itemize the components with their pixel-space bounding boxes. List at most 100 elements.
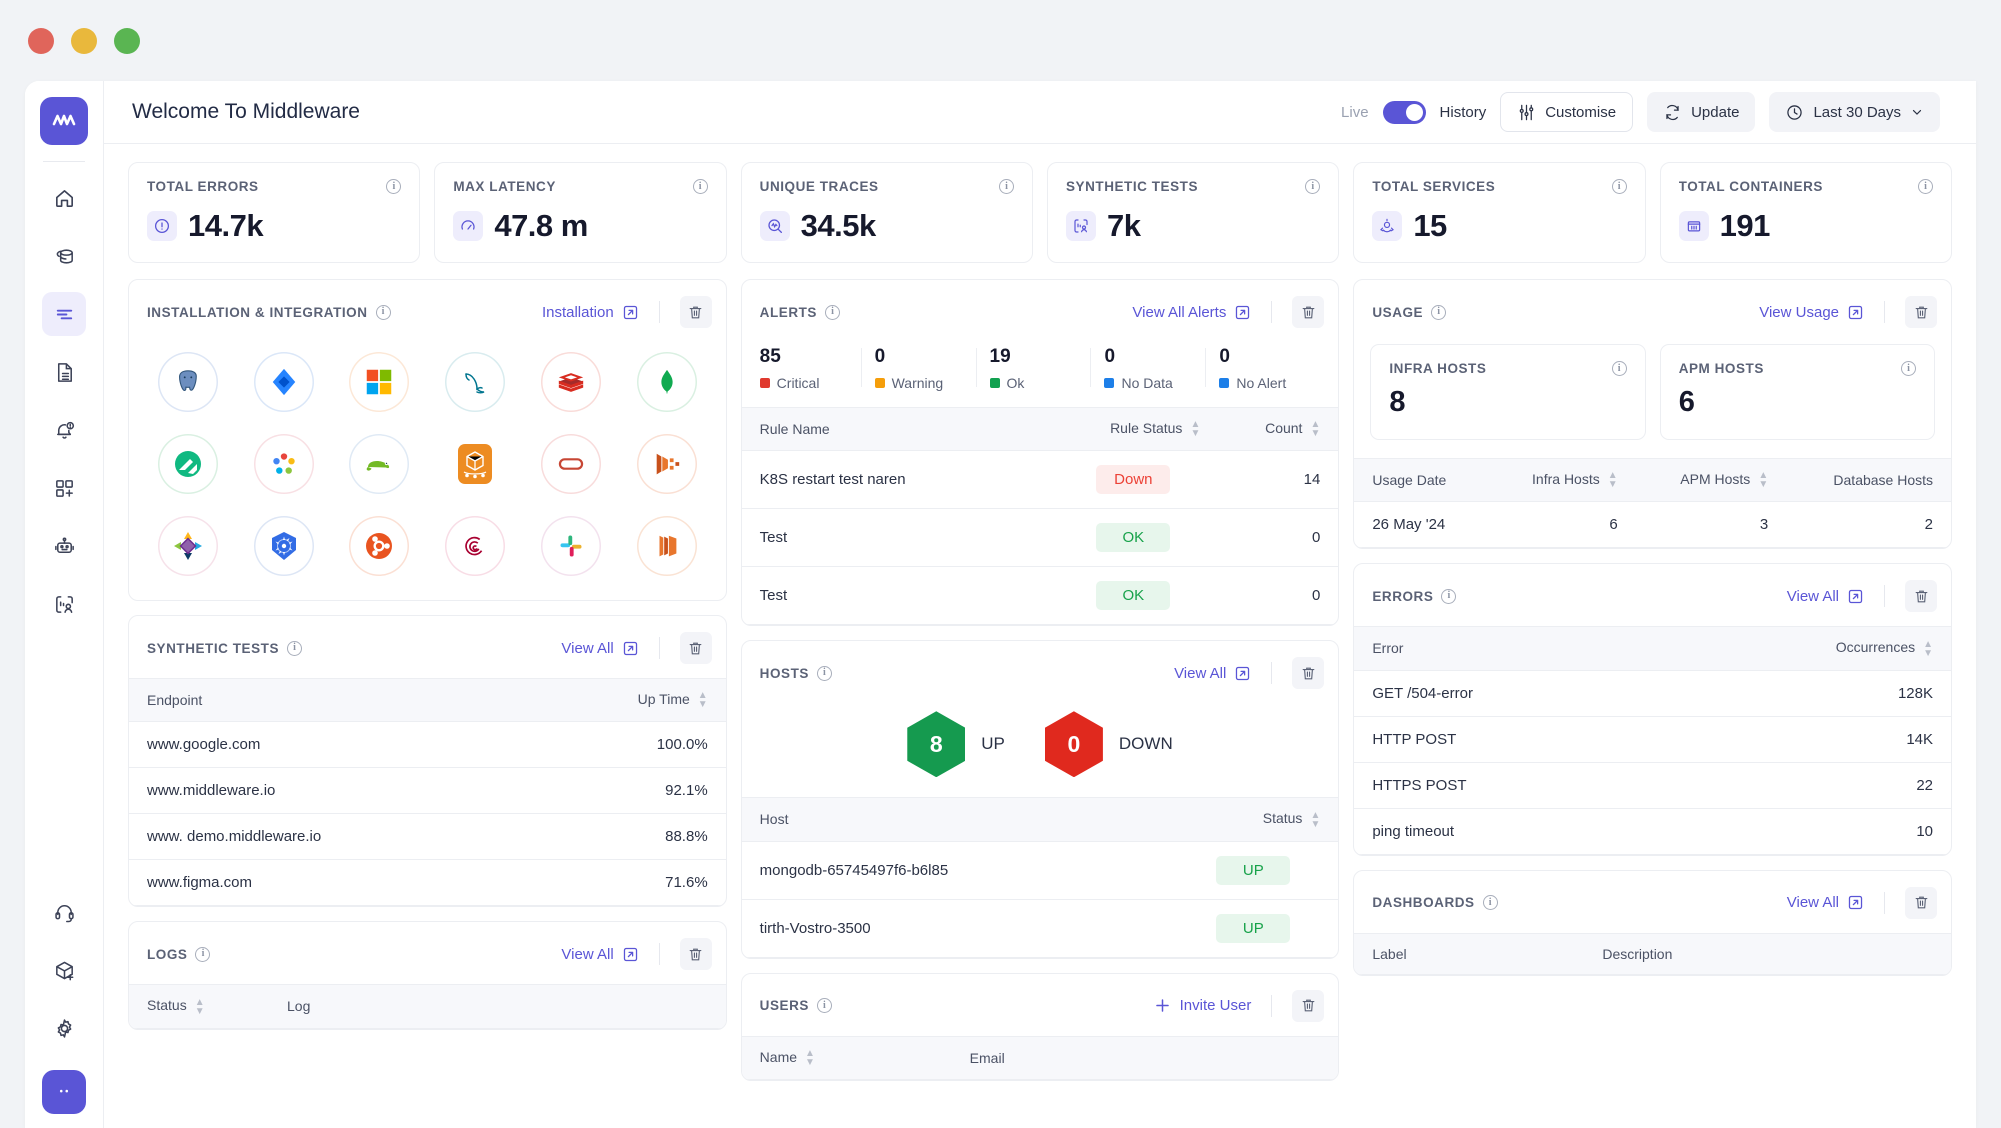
table-row[interactable]: www.google.com100.0% xyxy=(129,722,726,768)
usage-card-title: INFRA HOSTS xyxy=(1389,361,1486,376)
column-header-status[interactable]: Status▲▼ xyxy=(129,985,269,1028)
sidebar-item-synthetics[interactable] xyxy=(42,582,86,626)
integration-aws-s3[interactable] xyxy=(637,516,697,576)
sidebar-item-alerts[interactable] xyxy=(42,408,86,452)
info-icon[interactable]: i xyxy=(1612,179,1627,194)
sidebar-item-support[interactable] xyxy=(42,890,86,934)
trash-icon xyxy=(1913,894,1930,911)
table-row[interactable]: HTTP POST14K xyxy=(1354,716,1951,762)
hosts-view-all-link[interactable]: View All xyxy=(1174,665,1251,682)
remove-panel-button[interactable] xyxy=(680,296,712,328)
sidebar-item-bot[interactable] xyxy=(42,524,86,568)
column-header-uptime[interactable]: Up Time▲▼ xyxy=(526,679,726,722)
integration-mongodb[interactable] xyxy=(637,352,697,412)
integration-almalinux[interactable] xyxy=(158,516,218,576)
info-icon[interactable]: i xyxy=(1305,179,1320,194)
integration-mysql[interactable] xyxy=(445,352,505,412)
logs-view-all-link[interactable]: View All xyxy=(561,946,638,963)
remove-panel-button[interactable] xyxy=(1905,887,1937,919)
synthetic-view-all-link[interactable]: View All xyxy=(561,640,638,657)
info-icon[interactable]: i xyxy=(1918,179,1933,194)
column-header-status[interactable]: Status▲▼ xyxy=(1168,798,1338,841)
close-window-button[interactable] xyxy=(28,28,54,54)
dashboards-view-all-link[interactable]: View All xyxy=(1787,894,1864,911)
table-row[interactable]: ping timeout10 xyxy=(1354,808,1951,854)
integration-microsoft[interactable] xyxy=(349,352,409,412)
table-row[interactable]: www.middleware.io92.1% xyxy=(129,768,726,814)
sidebar-item-infrastructure[interactable] xyxy=(42,234,86,278)
column-header-name[interactable]: Name▲▼ xyxy=(742,1036,952,1079)
column-header-apm-hosts[interactable]: APM Hosts▲▼ xyxy=(1636,459,1787,502)
remove-panel-button[interactable] xyxy=(1292,990,1324,1022)
info-icon[interactable]: i xyxy=(195,947,210,962)
maximize-window-button[interactable] xyxy=(114,28,140,54)
sidebar-item-packages[interactable] xyxy=(42,948,86,992)
sidebar-item-logs[interactable] xyxy=(42,350,86,394)
remove-panel-button[interactable] xyxy=(680,632,712,664)
column-header-infra-hosts[interactable]: Infra Hosts▲▼ xyxy=(1488,459,1636,502)
remove-panel-button[interactable] xyxy=(1292,657,1324,689)
integration-opensuse[interactable] xyxy=(349,434,409,494)
update-button[interactable]: Update xyxy=(1647,92,1755,132)
info-icon[interactable]: i xyxy=(817,666,832,681)
info-icon[interactable]: i xyxy=(376,305,391,320)
customise-button[interactable]: Customise xyxy=(1500,92,1633,132)
sidebar-item-add-widget[interactable] xyxy=(42,466,86,510)
integration-jira[interactable] xyxy=(254,352,314,412)
info-icon[interactable]: i xyxy=(817,998,832,1013)
integration-postgresql[interactable] xyxy=(158,352,218,412)
table-row[interactable]: www. demo.middleware.io88.8% xyxy=(129,814,726,860)
integration-kubernetes[interactable] xyxy=(254,516,314,576)
info-icon[interactable]: i xyxy=(1431,305,1446,320)
column-header-count[interactable]: Count▲▼ xyxy=(1218,408,1338,451)
info-icon[interactable]: i xyxy=(693,179,708,194)
table-row[interactable]: Test OK 0 xyxy=(742,509,1339,567)
table-row[interactable]: GET /504-error128K xyxy=(1354,670,1951,716)
remove-panel-button[interactable] xyxy=(1905,580,1937,612)
integration-ubuntu[interactable] xyxy=(349,516,409,576)
info-icon[interactable]: i xyxy=(825,305,840,320)
column-header-occurrences[interactable]: Occurrences▲▼ xyxy=(1751,627,1951,670)
invite-user-button[interactable]: Invite User xyxy=(1153,996,1252,1015)
integration-redis[interactable] xyxy=(541,352,601,412)
table-row[interactable]: 26 May '24 6 3 2 xyxy=(1354,502,1951,548)
remove-panel-button[interactable] xyxy=(1292,296,1324,328)
integration-aws-fargate[interactable] xyxy=(637,434,697,494)
sidebar-item-dashboards[interactable] xyxy=(42,292,86,336)
table-row[interactable]: tirth-Vostro-3500UP xyxy=(742,899,1339,957)
live-history-toggle[interactable] xyxy=(1383,101,1426,124)
integration-aws-lambda[interactable] xyxy=(445,434,505,494)
info-icon[interactable]: i xyxy=(386,179,401,194)
host-status-cell: UP xyxy=(1168,899,1338,957)
user-avatar[interactable] xyxy=(42,1070,86,1114)
table-row[interactable]: mongodb-65745497f6-b6l85UP xyxy=(742,841,1339,899)
errors-view-all-link[interactable]: View All xyxy=(1787,588,1864,605)
sidebar-item-settings[interactable] xyxy=(42,1006,86,1050)
info-icon[interactable]: i xyxy=(287,641,302,656)
view-all-alerts-link[interactable]: View All Alerts xyxy=(1132,304,1251,321)
info-icon[interactable]: i xyxy=(1901,361,1916,376)
alert-stat-count: 85 xyxy=(760,346,861,368)
info-icon[interactable]: i xyxy=(999,179,1014,194)
integration-rocky-linux[interactable] xyxy=(158,434,218,494)
view-usage-link[interactable]: View Usage xyxy=(1759,304,1864,321)
remove-panel-button[interactable] xyxy=(1905,296,1937,328)
app-logo[interactable] xyxy=(40,97,88,145)
installation-link[interactable]: Installation xyxy=(542,304,639,321)
table-row[interactable]: www.figma.com71.6% xyxy=(129,860,726,906)
integration-debian[interactable] xyxy=(445,516,505,576)
integration-oracle[interactable] xyxy=(541,434,601,494)
table-row[interactable]: HTTPS POST22 xyxy=(1354,762,1951,808)
info-icon[interactable]: i xyxy=(1612,361,1627,376)
minimize-window-button[interactable] xyxy=(71,28,97,54)
integration-oracle-linux[interactable] xyxy=(254,434,314,494)
table-row[interactable]: K8S restart test naren Down 14 xyxy=(742,451,1339,509)
column-header-rule-status[interactable]: Rule Status▲▼ xyxy=(1048,408,1218,451)
info-icon[interactable]: i xyxy=(1441,589,1456,604)
info-icon[interactable]: i xyxy=(1483,895,1498,910)
remove-panel-button[interactable] xyxy=(680,938,712,970)
date-range-picker[interactable]: Last 30 Days xyxy=(1769,92,1940,132)
table-row[interactable]: Test OK 0 xyxy=(742,567,1339,625)
integration-slack[interactable] xyxy=(541,516,601,576)
sidebar-item-home[interactable] xyxy=(42,176,86,220)
